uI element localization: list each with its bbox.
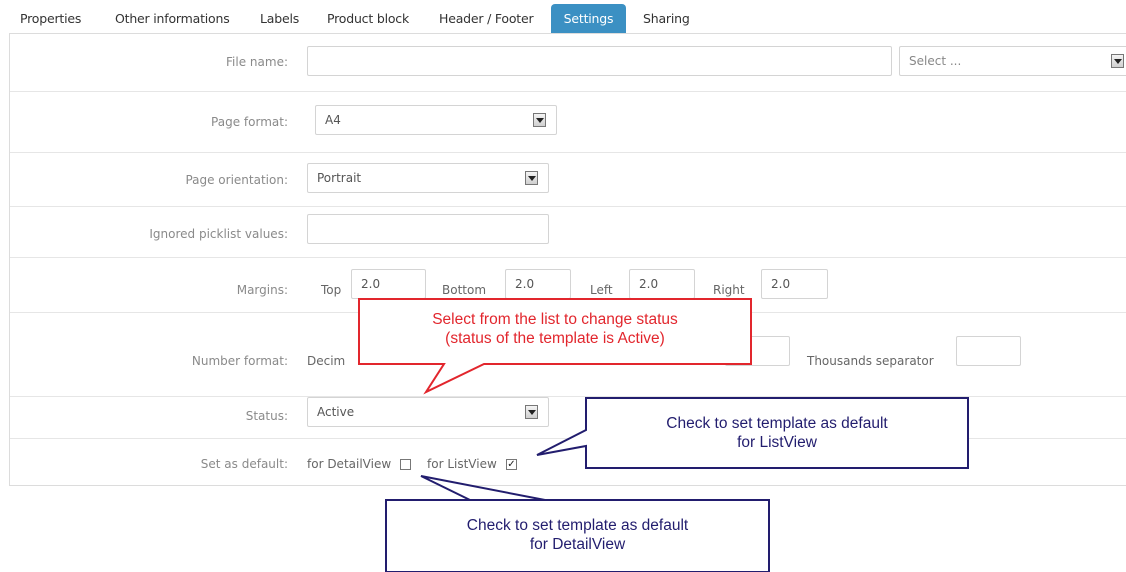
status-callout-text: Select from the list to change status (s… bbox=[359, 310, 751, 348]
callout-layer bbox=[358, 298, 969, 572]
detailview-callout-text: Check to set template as default for Det… bbox=[386, 516, 769, 554]
status-callout-line1: Select from the list to change status bbox=[432, 311, 678, 328]
listview-callout-line2: for ListView bbox=[737, 434, 817, 451]
status-callout-line2: (status of the template is Active) bbox=[445, 330, 665, 347]
listview-callout-text: Check to set template as default for Lis… bbox=[586, 414, 968, 452]
listview-callout-line1: Check to set template as default bbox=[666, 415, 888, 432]
detailview-callout-line2: for DetailView bbox=[529, 536, 626, 553]
detailview-callout-line1: Check to set template as default bbox=[466, 517, 689, 534]
